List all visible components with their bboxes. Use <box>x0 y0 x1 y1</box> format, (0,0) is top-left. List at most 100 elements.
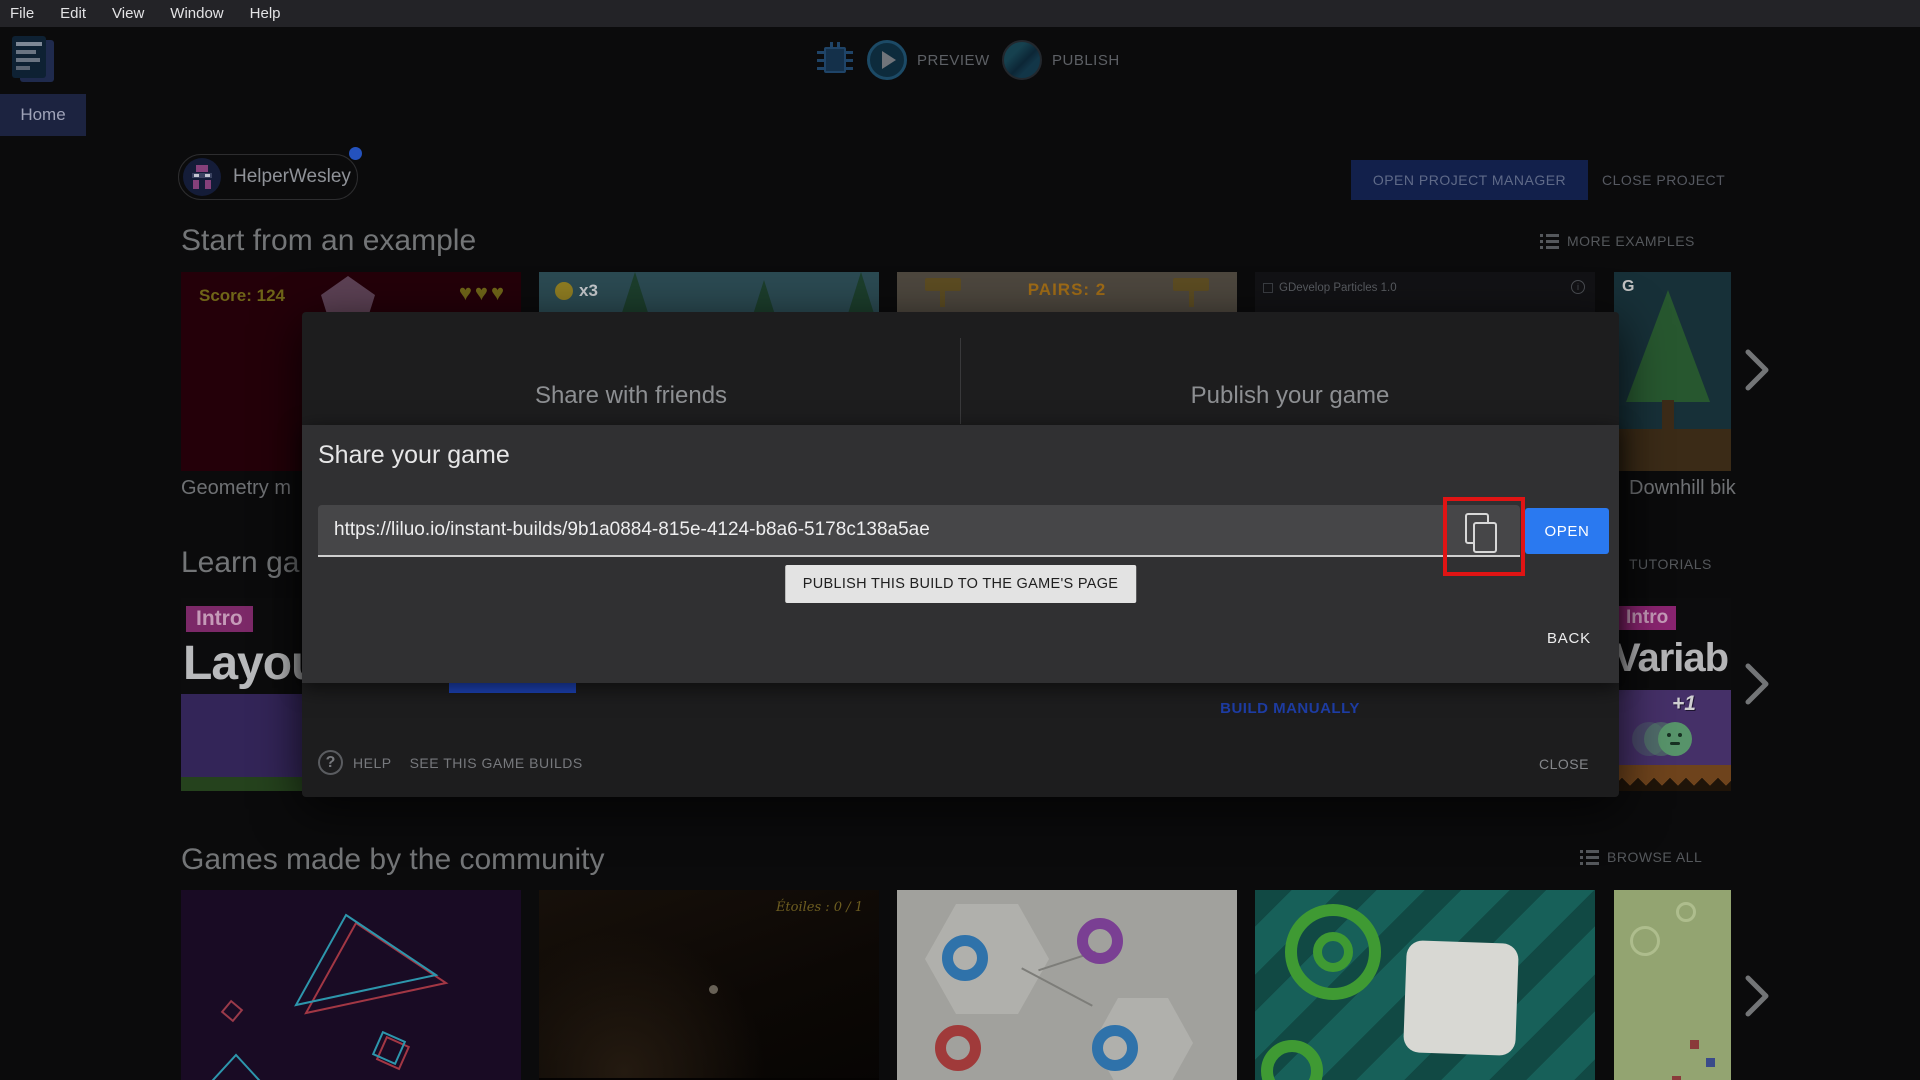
debug-icon[interactable] <box>817 42 853 78</box>
publish-globe-icon <box>1002 40 1042 80</box>
publish-build-button[interactable]: PUBLISH THIS BUILD TO THE GAME'S PAGE <box>784 565 1137 603</box>
more-examples-button[interactable]: MORE EXAMPLES <box>1540 233 1695 249</box>
build-manually-button[interactable]: BUILD MANUALLY <box>961 700 1619 717</box>
tutorials-label: TUTORIALS <box>1629 556 1712 572</box>
layout-title: Layou <box>183 637 320 690</box>
signpost-stick <box>1189 291 1194 307</box>
community-card-glitch[interactable] <box>181 890 521 1080</box>
help-button[interactable]: HELP <box>353 755 392 771</box>
preview-button[interactable]: PREVIEW <box>867 40 990 80</box>
open-label: OPEN <box>1544 522 1590 540</box>
avatar <box>183 158 221 196</box>
game-url: https://liluo.io/instant-builds/9b1a0884… <box>334 519 930 540</box>
learn-card-variables[interactable]: Intro Variab +1 <box>1614 598 1731 791</box>
back-button[interactable]: BACK <box>1547 630 1591 647</box>
menu-view[interactable]: View <box>112 5 144 22</box>
menu-bar: File Edit View Window Help <box>0 0 1920 27</box>
community-card-night[interactable]: Étoiles : 0 / 1 <box>539 890 879 1080</box>
intro-badge: Intro <box>186 606 253 632</box>
publish-label: PUBLISH <box>1052 51 1120 69</box>
annotation-highlight-box <box>1443 497 1525 576</box>
white-square <box>1403 940 1519 1056</box>
help-icon[interactable]: ? <box>318 750 343 775</box>
tab-home-label: Home <box>20 105 66 124</box>
open-project-manager-button[interactable]: OPEN PROJECT MANAGER <box>1351 160 1588 200</box>
dialog-bottom-left: ? HELP SEE THIS GAME BUILDS <box>318 750 583 775</box>
variables-title: Variab <box>1614 636 1729 680</box>
publish-button[interactable]: PUBLISH <box>1002 40 1120 80</box>
spikes-row <box>1614 765 1731 791</box>
community-card-maze[interactable] <box>1255 890 1595 1080</box>
open-url-button[interactable]: OPEN <box>1525 508 1609 554</box>
notification-dot <box>349 147 362 160</box>
list-icon <box>1580 850 1599 865</box>
menu-edit[interactable]: Edit <box>60 5 86 22</box>
publish-build-label: PUBLISH THIS BUILD TO THE GAME'S PAGE <box>802 576 1119 592</box>
examples-next-chevron[interactable] <box>1744 348 1770 392</box>
card-letter: G <box>1622 278 1635 295</box>
tab-divider <box>960 338 961 424</box>
tree-shape <box>1626 290 1710 402</box>
ring-red <box>935 1025 981 1071</box>
community-card-sprites[interactable] <box>1614 890 1731 1080</box>
menu-help[interactable]: Help <box>250 5 281 22</box>
community-card-rings[interactable] <box>897 890 1237 1080</box>
hearts: ♥♥♥ <box>458 280 507 305</box>
info-icon: i <box>1571 280 1585 294</box>
tab-publish-label: Publish your game <box>1190 382 1390 409</box>
home-logo-icon[interactable] <box>12 36 56 86</box>
signpost <box>1173 278 1209 291</box>
browse-all-label: BROWSE ALL <box>1607 849 1703 865</box>
ring-purple <box>1077 918 1123 964</box>
etoiles-label: Étoiles : 0 / 1 <box>775 900 863 915</box>
ring-blue <box>1092 1025 1138 1071</box>
tab-share-with-friends[interactable]: Share with friends <box>302 382 960 410</box>
build-manually-label: BUILD MANUALLY <box>1220 700 1360 717</box>
community-next-chevron[interactable] <box>1744 974 1770 1018</box>
more-examples-label: MORE EXAMPLES <box>1567 233 1695 249</box>
list-icon <box>1540 234 1559 249</box>
variables-scene: +1 <box>1614 690 1731 765</box>
panel-title: Share your game <box>318 441 510 469</box>
close-project-button[interactable]: CLOSE PROJECT <box>1602 160 1725 200</box>
play-icon <box>867 40 907 80</box>
tab-publish-your-game[interactable]: Publish your game <box>961 382 1619 410</box>
tab-share-label: Share with friends <box>534 382 728 409</box>
browse-all-button[interactable]: BROWSE ALL <box>1580 849 1702 865</box>
signpost-stick <box>940 291 945 307</box>
particles-label: GDevelop Particles 1.0 <box>1279 282 1397 294</box>
learn-next-chevron[interactable] <box>1744 662 1770 706</box>
preview-label: PREVIEW <box>917 51 990 69</box>
learn-section-title: Learn ga <box>181 546 300 579</box>
coin-icon <box>555 282 573 300</box>
ring-green-inner <box>1313 932 1353 972</box>
tab-home[interactable]: Home <box>0 94 86 136</box>
mini-logo-icon <box>1263 283 1273 293</box>
examples-section-title: Start from an example <box>181 224 477 257</box>
game-url-field[interactable]: https://liluo.io/instant-builds/9b1a0884… <box>318 505 1520 557</box>
ghost-sprite <box>1658 722 1692 756</box>
moon-shape <box>709 985 718 994</box>
community-section-title: Games made by the community <box>181 843 605 876</box>
ring-blue <box>942 935 988 981</box>
dirt-ground <box>1614 429 1731 471</box>
score-label: Score: 124 <box>199 286 285 305</box>
ring-green-bottom <box>1261 1040 1323 1080</box>
pairs-label: PAIRS: 2 <box>1027 280 1107 299</box>
info-glyph: i <box>1577 282 1579 292</box>
help-glyph: ? <box>325 753 336 771</box>
user-chip[interactable]: HelperWesley <box>178 154 358 200</box>
tree-trunk <box>1662 400 1674 430</box>
example-caption-right[interactable]: Downhill bik <box>1629 477 1736 500</box>
close-project-label: CLOSE PROJECT <box>1602 172 1726 188</box>
back-label: BACK <box>1546 630 1591 647</box>
tutorials-button[interactable]: TUTORIALS <box>1629 556 1712 572</box>
gdevelop-window: File Edit View Window Help PREVIEW PUBLI… <box>0 0 1920 1080</box>
menu-file[interactable]: File <box>10 5 34 22</box>
example-card-downhill[interactable]: G <box>1614 272 1731 471</box>
close-dialog-button[interactable]: CLOSE <box>1539 756 1589 772</box>
menu-window[interactable]: Window <box>170 5 223 22</box>
see-game-builds-button[interactable]: SEE THIS GAME BUILDS <box>410 755 583 771</box>
coin-count: x3 <box>579 281 598 300</box>
example-caption-left[interactable]: Geometry m <box>181 477 291 500</box>
